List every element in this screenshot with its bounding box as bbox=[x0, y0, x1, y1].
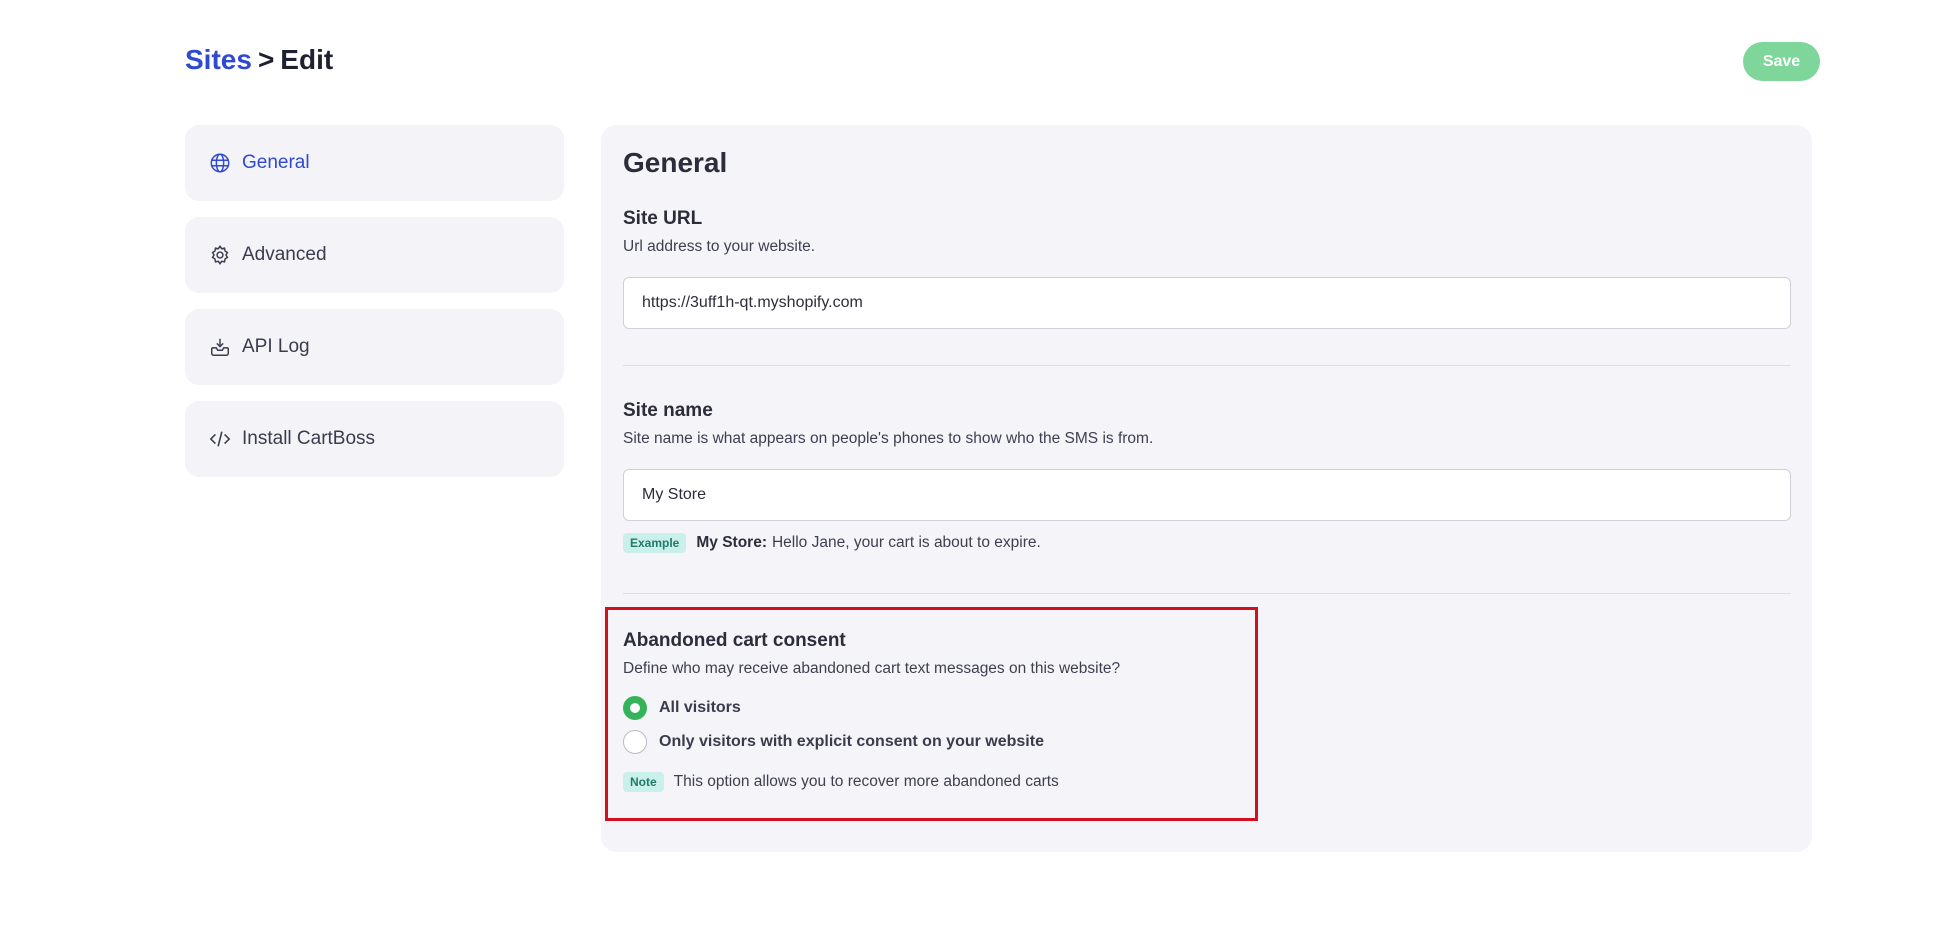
save-button[interactable]: Save bbox=[1743, 42, 1820, 81]
radio-option-explicit-consent[interactable]: Only visitors with explicit consent on y… bbox=[623, 730, 1044, 754]
site-url-title: Site URL bbox=[623, 208, 703, 229]
radio-label: All visitors bbox=[659, 699, 741, 716]
divider bbox=[623, 593, 1791, 594]
consent-title: Abandoned cart consent bbox=[623, 630, 846, 651]
sidebar-item-general[interactable]: General bbox=[185, 125, 564, 201]
note-text: This option allows you to recover more a… bbox=[673, 773, 1059, 790]
breadcrumb-sites-link[interactable]: Sites bbox=[185, 44, 252, 75]
sidebar-item-label: Install CartBoss bbox=[242, 428, 376, 449]
globe-icon bbox=[208, 151, 232, 175]
consent-note: Note This option allows you to recover m… bbox=[623, 772, 1059, 792]
breadcrumb: Sites > Edit bbox=[185, 44, 333, 76]
inbox-icon bbox=[208, 335, 232, 359]
radio-option-all-visitors[interactable]: All visitors bbox=[623, 696, 741, 720]
page-title: General bbox=[623, 147, 728, 178]
gear-icon bbox=[208, 243, 232, 267]
sidebar-item-label: General bbox=[242, 152, 310, 173]
radio-label: Only visitors with explicit consent on y… bbox=[659, 733, 1044, 750]
site-name-example: Example My Store: Hello Jane, your cart … bbox=[623, 533, 1041, 553]
example-sender: My Store: bbox=[696, 534, 767, 551]
sidebar-item-api-log[interactable]: API Log bbox=[185, 309, 564, 385]
site-url-description: Url address to your website. bbox=[623, 238, 816, 255]
sidebar: General Advanced API Log Install CartBos… bbox=[185, 125, 564, 493]
settings-panel: General Site URL Url address to your web… bbox=[601, 125, 1812, 852]
divider bbox=[623, 365, 1791, 366]
consent-description: Define who may receive abandoned cart te… bbox=[623, 660, 1121, 677]
breadcrumb-current: Edit bbox=[280, 44, 334, 75]
example-text: Hello Jane, your cart is about to expire… bbox=[771, 534, 1041, 551]
sidebar-item-install-cartboss[interactable]: Install CartBoss bbox=[185, 401, 564, 477]
example-badge: Example bbox=[623, 533, 687, 553]
sidebar-item-label: API Log bbox=[242, 336, 310, 357]
radio-button-unchecked[interactable] bbox=[623, 730, 647, 754]
sidebar-item-label: Advanced bbox=[242, 244, 327, 265]
breadcrumb-separator: > bbox=[257, 44, 275, 75]
code-icon bbox=[208, 427, 232, 451]
site-name-input[interactable] bbox=[623, 469, 1791, 521]
sidebar-item-advanced[interactable]: Advanced bbox=[185, 217, 564, 293]
radio-button-checked[interactable] bbox=[623, 696, 647, 720]
site-name-description: Site name is what appears on people's ph… bbox=[623, 430, 1154, 447]
note-badge: Note bbox=[623, 772, 664, 792]
site-url-input[interactable] bbox=[623, 277, 1791, 329]
site-name-title: Site name bbox=[623, 400, 713, 421]
